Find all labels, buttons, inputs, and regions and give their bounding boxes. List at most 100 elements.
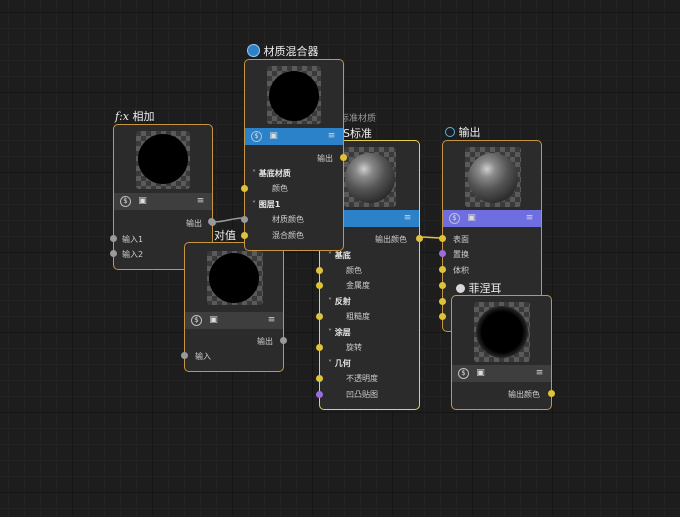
output-surface-label: 表面 [453,235,469,244]
mixer-node[interactable]: $ ▣ ≡ 输出 ˅ 基底材质 颜色 ˅ 图层1 材质颜色 混合颜色 [241,59,347,251]
standard-rotation-label: 旋转 [346,343,362,352]
image-icon[interactable]: ▣ [466,213,477,224]
mixer-mix-color-port[interactable] [241,232,248,239]
image-icon[interactable]: ▣ [268,131,279,142]
section-base-text: 基底 [334,251,351,260]
abs-node-title: 对值 [214,229,236,242]
standard-output-color-label: 输出颜色 [375,235,407,244]
mixer-node-title-text: 材质混合器 [263,45,319,58]
mixer-base-color-label: 颜色 [272,184,288,193]
standard-rotation-port[interactable] [316,344,323,351]
fresnel-node-toolbar: $ ▣ ≡ [452,365,551,382]
output-port-4[interactable] [439,282,446,289]
menu-icon[interactable]: ≡ [266,315,277,326]
section-geometry-label[interactable]: ˅ 几何 [328,358,351,369]
preview-sphere [476,306,528,358]
standard-roughness-port[interactable] [316,313,323,320]
chevron-down-icon: ˅ [252,169,256,178]
add-input1-port[interactable] [110,235,117,242]
chevron-down-icon: ˅ [252,200,256,209]
section-coating-label[interactable]: ˅ 涂层 [328,327,351,338]
add-node-title-text: 相加 [132,110,155,123]
fresnel-output-port[interactable] [548,390,555,397]
abs-input-label: 输入 [195,352,211,361]
preview-sphere [269,71,319,121]
mixer-material-color-label: 材质颜色 [272,215,304,224]
chevron-down-icon: ˅ [328,328,332,337]
fresnel-node[interactable]: $ ▣ ≡ 输出颜色 [451,295,555,410]
standard-node-title: S标准 [343,127,372,140]
preview-sphere [209,253,259,303]
abs-node[interactable]: $ ▣ ≡ 输出 输入 [181,242,287,372]
preview-sphere [138,134,188,184]
mixer-node-title: 材质混合器 [247,43,319,59]
preview-sphere [468,153,518,203]
coin-icon[interactable]: $ [120,196,131,207]
add-node-title: f:x 相加 [115,108,154,124]
menu-icon[interactable]: ≡ [402,213,413,224]
output-volume-label: 体积 [453,266,469,275]
mixer-node-toolbar: $ ▣ ≡ [245,128,343,145]
mixer-material-color-port[interactable] [241,216,248,223]
coin-icon[interactable]: $ [449,213,460,224]
function-icon: f:x [115,110,129,123]
mixer-base-color-port[interactable] [241,185,248,192]
mixer-section-base-text: 基底材质 [258,169,291,178]
standard-opacity-label: 不透明度 [346,374,378,383]
standard-output-port[interactable] [416,235,423,242]
abs-wire-port[interactable] [208,218,215,225]
coin-icon[interactable]: $ [191,315,202,326]
output-port-6[interactable] [439,313,446,320]
menu-icon[interactable]: ≡ [524,213,535,224]
material-icon [247,44,260,57]
add-node-preview [136,131,190,189]
mixer-node-preview [267,66,321,124]
fresnel-node-title-text: 菲涅耳 [468,282,502,295]
image-icon[interactable]: ▣ [475,368,486,379]
section-base-label[interactable]: ˅ 基底 [328,250,351,261]
output-displacement-port[interactable] [439,250,446,257]
abs-output-port[interactable] [280,337,287,344]
abs-output-label: 输出 [257,337,273,346]
output-surface-port[interactable] [439,235,446,242]
section-reflection-text: 反射 [334,297,351,306]
section-coating-text: 涂层 [334,328,351,337]
menu-icon[interactable]: ≡ [534,368,545,379]
output-node-toolbar: $ ▣ ≡ [443,210,541,227]
image-icon[interactable]: ▣ [208,315,219,326]
output-volume-port[interactable] [439,266,446,273]
add-output-label: 输出 [186,219,202,228]
mixer-output-port[interactable] [340,154,347,161]
section-reflection-label[interactable]: ˅ 反射 [328,296,351,307]
output-node-title: 输出 [445,124,481,140]
chevron-down-icon: ˅ [328,359,332,368]
standard-metalness-port[interactable] [316,282,323,289]
abs-node-preview [207,251,263,305]
image-icon[interactable]: ▣ [137,196,148,207]
mixer-section-layer[interactable]: ˅ 图层1 [252,199,280,210]
mixer-section-base[interactable]: ˅ 基底材质 [252,168,291,179]
chevron-down-icon: ˅ [328,297,332,306]
add-node-toolbar: $ ▣ ≡ [114,193,212,210]
preview-sphere [345,153,395,203]
abs-input-port[interactable] [181,352,188,359]
add-input1-label: 输入1 [122,235,144,244]
fresnel-icon [456,284,465,293]
chevron-down-icon: ˅ [328,251,332,260]
output-displacement-label: 置换 [453,250,469,259]
coin-icon[interactable]: $ [458,368,469,379]
coin-icon[interactable]: $ [251,131,262,142]
mixer-mix-color-label: 混合颜色 [272,231,304,240]
mixer-output-label: 输出 [317,154,333,163]
standard-color-port[interactable] [316,267,323,274]
standard-opacity-port[interactable] [316,375,323,382]
output-port-5[interactable] [439,298,446,305]
section-geometry-text: 几何 [334,359,351,368]
standard-bump-port[interactable] [316,391,323,398]
output-node-title-text: 输出 [458,126,481,139]
menu-icon[interactable]: ≡ [195,196,206,207]
add-input2-port[interactable] [110,250,117,257]
abs-node-toolbar: $ ▣ ≡ [185,312,283,329]
menu-icon[interactable]: ≡ [326,131,337,142]
standard-roughness-label: 粗糙度 [346,312,370,321]
